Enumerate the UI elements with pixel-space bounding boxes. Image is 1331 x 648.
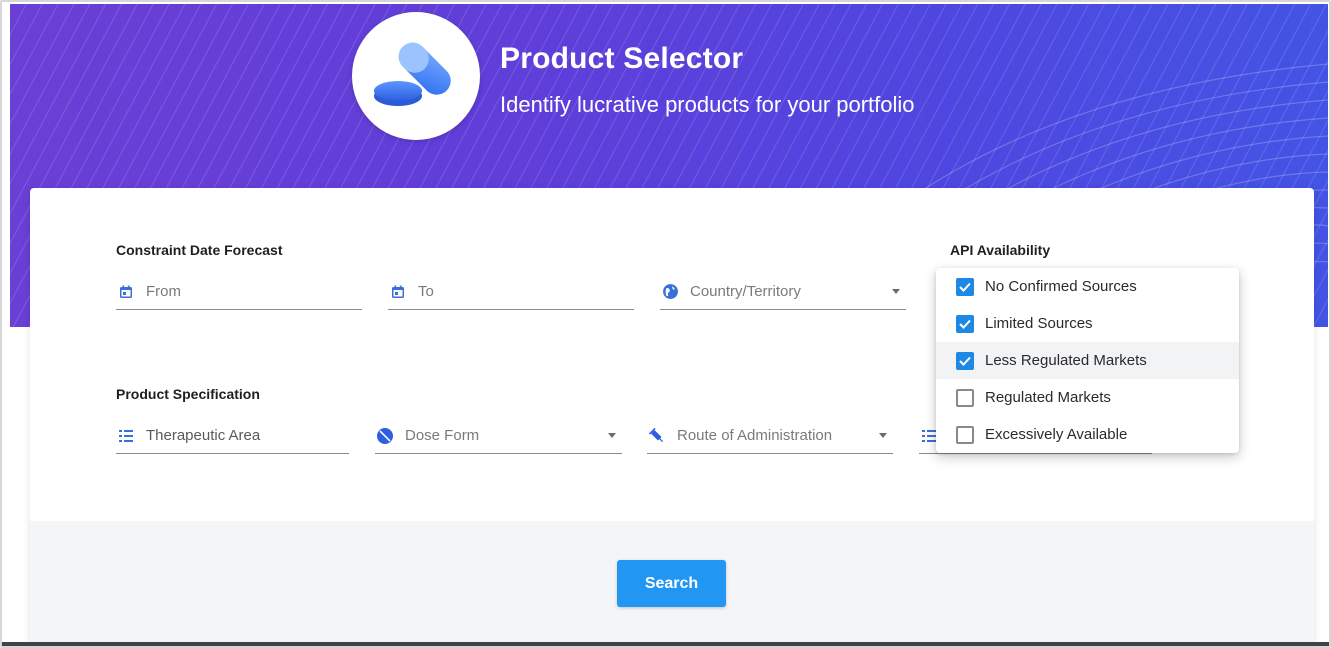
to-date-field[interactable]: To bbox=[388, 274, 634, 310]
therapeutic-area-placeholder: Therapeutic Area bbox=[146, 427, 261, 444]
checkbox-checked[interactable] bbox=[956, 351, 974, 370]
api-section-label: API Availability bbox=[950, 242, 1051, 258]
therapeutic-area-field[interactable]: Therapeutic Area bbox=[116, 418, 349, 454]
bottom-border bbox=[2, 642, 1329, 646]
dose-form-select[interactable]: Dose Form bbox=[375, 418, 622, 454]
country-select[interactable]: Country/Territory bbox=[660, 274, 906, 310]
list-icon bbox=[116, 426, 136, 446]
logo-badge bbox=[352, 12, 480, 140]
dose-form-placeholder: Dose Form bbox=[405, 427, 480, 444]
api-option-excessively-available[interactable]: Excessively Available bbox=[936, 416, 1239, 453]
checkbox-unchecked[interactable] bbox=[956, 388, 974, 407]
api-option-label: Regulated Markets bbox=[985, 389, 1111, 406]
chevron-down-icon bbox=[879, 433, 887, 438]
api-option-regulated-markets[interactable]: Regulated Markets bbox=[936, 379, 1239, 416]
chevron-down-icon bbox=[608, 433, 616, 438]
checkbox-checked[interactable] bbox=[956, 277, 974, 296]
api-option-label: Limited Sources bbox=[985, 315, 1093, 332]
api-option-limited-sources[interactable]: Limited Sources bbox=[936, 305, 1239, 342]
api-availability-dropdown: No Confirmed Sources Limited Sources Les… bbox=[936, 268, 1239, 453]
chevron-down-icon bbox=[892, 289, 900, 294]
api-option-label: Excessively Available bbox=[985, 426, 1128, 443]
constraint-section-label: Constraint Date Forecast bbox=[116, 242, 283, 258]
checkbox-checked[interactable] bbox=[956, 314, 974, 333]
checkbox-unchecked[interactable] bbox=[956, 425, 974, 444]
app-window: Product Selector Identify lucrative prod… bbox=[0, 0, 1331, 648]
calendar-icon bbox=[388, 282, 408, 302]
api-option-less-regulated-markets[interactable]: Less Regulated Markets bbox=[936, 342, 1239, 379]
api-option-no-confirmed-sources[interactable]: No Confirmed Sources bbox=[936, 268, 1239, 305]
pills-icon bbox=[374, 42, 451, 106]
api-option-label: Less Regulated Markets bbox=[985, 352, 1147, 369]
country-placeholder: Country/Territory bbox=[690, 283, 801, 300]
search-button[interactable]: Search bbox=[617, 560, 726, 607]
from-date-placeholder: From bbox=[146, 283, 181, 300]
from-date-field[interactable]: From bbox=[116, 274, 362, 310]
product-section-label: Product Specification bbox=[116, 386, 260, 402]
syringe-icon bbox=[647, 426, 667, 446]
route-placeholder: Route of Administration bbox=[677, 427, 833, 444]
to-date-placeholder: To bbox=[418, 283, 434, 300]
route-select[interactable]: Route of Administration bbox=[647, 418, 893, 454]
globe-icon bbox=[660, 282, 680, 302]
page-subtitle: Identify lucrative products for your por… bbox=[500, 92, 915, 117]
pill-icon bbox=[375, 426, 395, 446]
calendar-icon bbox=[116, 282, 136, 302]
page-title: Product Selector bbox=[500, 42, 744, 75]
api-option-label: No Confirmed Sources bbox=[985, 278, 1137, 295]
